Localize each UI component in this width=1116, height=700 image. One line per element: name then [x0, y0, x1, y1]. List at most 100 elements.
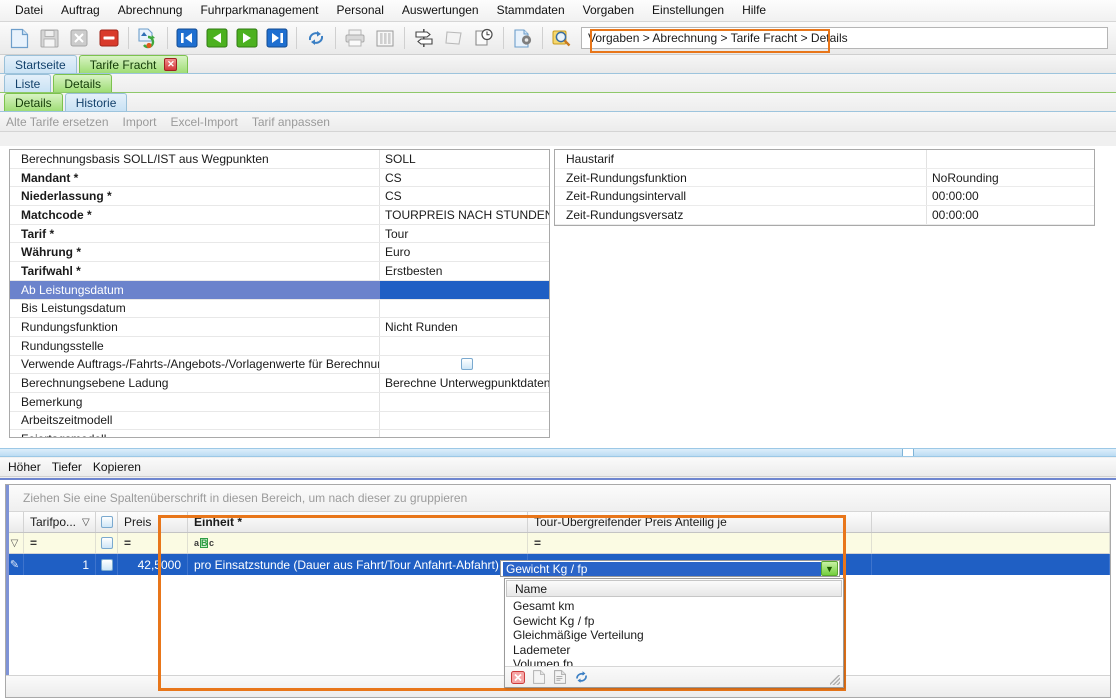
link-excel-import[interactable]: Excel-Import: [171, 115, 246, 129]
form-row-verwende-werte[interactable]: Verwende Auftrags-/Fahrts-/Angebots-/Vor…: [10, 355, 549, 375]
link-tiefer[interactable]: Tiefer: [52, 460, 82, 474]
horizontal-scrollbar[interactable]: [0, 448, 1116, 457]
form-row-matchcode[interactable]: Matchcode * TOURPREIS NACH STUNDEN: [10, 206, 549, 225]
form-row-zeit-rundungsfunktion[interactable]: Zeit-Rundungsfunktion NoRounding: [555, 168, 1094, 188]
menu-item-vorgaben[interactable]: Vorgaben: [574, 0, 643, 21]
form-row-rundungsstelle[interactable]: Rundungsstelle: [10, 336, 549, 356]
resize-grip-icon[interactable]: [830, 675, 840, 685]
group-by-panel[interactable]: Ziehen Sie eine Spaltenüberschrift in di…: [6, 485, 1110, 512]
form-value[interactable]: [380, 300, 549, 318]
form-value[interactable]: Tour: [380, 225, 549, 243]
last-record-icon[interactable]: [263, 25, 291, 52]
clear-filter-icon[interactable]: [510, 670, 526, 685]
form-row-tarif[interactable]: Tarif * Tour: [10, 224, 549, 244]
form-row-rundungsfunktion[interactable]: Rundungsfunktion Nicht Runden: [10, 318, 549, 337]
form-row-zeit-rundungsversatz[interactable]: Zeit-Rundungsversatz 00:00:00: [555, 206, 1094, 225]
filter-cell-preis[interactable]: =: [118, 533, 188, 553]
filter-checkbox-icon[interactable]: [100, 537, 113, 549]
menu-item-auftrag[interactable]: Auftrag: [52, 0, 109, 21]
form-value[interactable]: Erstbesten: [380, 262, 549, 280]
tab-historie[interactable]: Historie: [64, 93, 128, 111]
grid-header-preis[interactable]: Preis: [118, 512, 188, 532]
row-checkbox-icon[interactable]: [100, 558, 113, 571]
filter-cell-tour[interactable]: =: [528, 533, 872, 553]
sort-descending-icon[interactable]: ▽: [82, 517, 90, 528]
signpost-icon[interactable]: [410, 25, 438, 52]
tab-details-inner[interactable]: Details: [4, 93, 63, 111]
link-hoeher[interactable]: Höher: [8, 460, 41, 474]
cell-tarifposition[interactable]: 1: [24, 554, 96, 575]
dropdown-item-volumen-fp[interactable]: Volumen fp: [505, 657, 843, 666]
form-value[interactable]: [380, 430, 549, 437]
refresh-list-icon[interactable]: [573, 670, 589, 685]
close-icon[interactable]: ✕: [164, 58, 178, 71]
filter-cell-einheit[interactable]: aBc: [188, 533, 528, 553]
form-row-mandant[interactable]: Mandant * CS: [10, 168, 549, 188]
new-document-icon[interactable]: [5, 25, 33, 52]
form-value[interactable]: [380, 356, 549, 374]
refresh-record-icon[interactable]: [134, 25, 162, 52]
filter-cell-tarifposition[interactable]: =: [24, 533, 96, 553]
form-row-feiertagsmodell[interactable]: Feiertagsmodell: [10, 430, 549, 437]
form-row-niederlassung[interactable]: Niederlassung * CS: [10, 187, 549, 207]
first-record-icon[interactable]: [173, 25, 201, 52]
form-value[interactable]: Euro: [380, 243, 549, 261]
form-row-zeit-rundungsintervall[interactable]: Zeit-Rundungsintervall 00:00:00: [555, 187, 1094, 207]
abc-text-filter-icon[interactable]: aBc: [194, 538, 214, 548]
menu-item-auswertungen[interactable]: Auswertungen: [393, 0, 488, 21]
chevron-down-icon[interactable]: ▼: [821, 561, 838, 576]
form-row-haustarif[interactable]: Haustarif: [555, 150, 1094, 169]
form-value[interactable]: TOURPREIS NACH STUNDEN: [380, 206, 549, 224]
form-value[interactable]: [380, 412, 549, 430]
dropdown-item-gleichmaessige-verteilung[interactable]: Gleichmäßige Verteilung: [505, 628, 843, 643]
remove-red-icon[interactable]: [95, 25, 123, 52]
form-value[interactable]: [927, 150, 1094, 168]
form-row-ab-leistungsdatum[interactable]: Ab Leistungsdatum: [10, 280, 549, 300]
menu-item-personal[interactable]: Personal: [328, 0, 393, 21]
cell-einheit[interactable]: pro Einsatzstunde (Dauer aus Fahrt/Tour …: [188, 554, 528, 575]
grid-header-checkbox-column[interactable]: [96, 512, 118, 532]
cell-preis[interactable]: 42,5000: [118, 554, 188, 575]
verwende-werte-checkbox[interactable]: [461, 358, 473, 371]
form-value[interactable]: SOLL: [380, 150, 549, 168]
form-value[interactable]: [380, 280, 549, 299]
form-row-arbeitszeitmodell[interactable]: Arbeitszeitmodell: [10, 411, 549, 431]
form-value[interactable]: CS: [380, 187, 549, 205]
form-value[interactable]: Berechne Unterwegpunktdaten o...: [380, 374, 549, 392]
form-value[interactable]: CS: [380, 169, 549, 187]
previous-record-icon[interactable]: [203, 25, 231, 52]
menu-item-einstellungen[interactable]: Einstellungen: [643, 0, 733, 21]
dropdown-column-header-name[interactable]: Name: [506, 580, 842, 597]
form-value[interactable]: [380, 393, 549, 411]
cell-checkbox[interactable]: [96, 554, 118, 575]
reload-icon[interactable]: [302, 25, 330, 52]
menu-item-datei[interactable]: Datei: [6, 0, 52, 21]
form-value[interactable]: 00:00:00: [927, 187, 1094, 205]
form-row-bemerkung[interactable]: Bemerkung: [10, 392, 549, 412]
header-checkbox-icon[interactable]: [100, 516, 113, 528]
tab-liste[interactable]: Liste: [4, 74, 52, 92]
menu-item-fuhrparkmanagement[interactable]: Fuhrparkmanagement: [191, 0, 327, 21]
dropdown-item-gesamt-km[interactable]: Gesamt km: [505, 599, 843, 614]
combo-editor-value[interactable]: Gewicht Kg / fp: [503, 561, 821, 576]
history-clock-icon[interactable]: [470, 25, 498, 52]
document-settings-icon[interactable]: [509, 25, 537, 52]
link-kopieren[interactable]: Kopieren: [93, 460, 141, 474]
form-value[interactable]: 00:00:00: [927, 206, 1094, 224]
menu-item-abrechnung[interactable]: Abrechnung: [109, 0, 192, 21]
grid-header-einheit[interactable]: Einheit *: [188, 512, 528, 532]
grid-header-tarifposition[interactable]: Tarifpo... ▽: [24, 512, 96, 532]
form-row-bis-leistungsdatum[interactable]: Bis Leistungsdatum: [10, 299, 549, 319]
dropdown-item-gewicht-kg-fp[interactable]: Gewicht Kg / fp: [505, 614, 843, 629]
tour-anteilig-combo-editor[interactable]: Gewicht Kg / fp ▼: [500, 560, 840, 577]
grid-header-tour-uebergreifender-preis[interactable]: Tour-Übergreifender Preis Anteilig je: [528, 512, 872, 532]
menu-item-stammdaten[interactable]: Stammdaten: [488, 0, 574, 21]
form-row-tarifwahl[interactable]: Tarifwahl * Erstbesten: [10, 262, 549, 281]
link-import[interactable]: Import: [123, 115, 165, 129]
tab-details-outer[interactable]: Details: [53, 74, 113, 92]
tour-anteilig-dropdown[interactable]: Name Gesamt km Gewicht Kg / fp Gleichmäß…: [504, 578, 844, 688]
filter-cell-checkbox[interactable]: [96, 533, 118, 553]
tab-startseite[interactable]: Startseite: [4, 55, 77, 73]
link-alte-tarife-ersetzen[interactable]: Alte Tarife ersetzen: [6, 115, 117, 129]
search-magnifier-icon[interactable]: [548, 25, 576, 52]
